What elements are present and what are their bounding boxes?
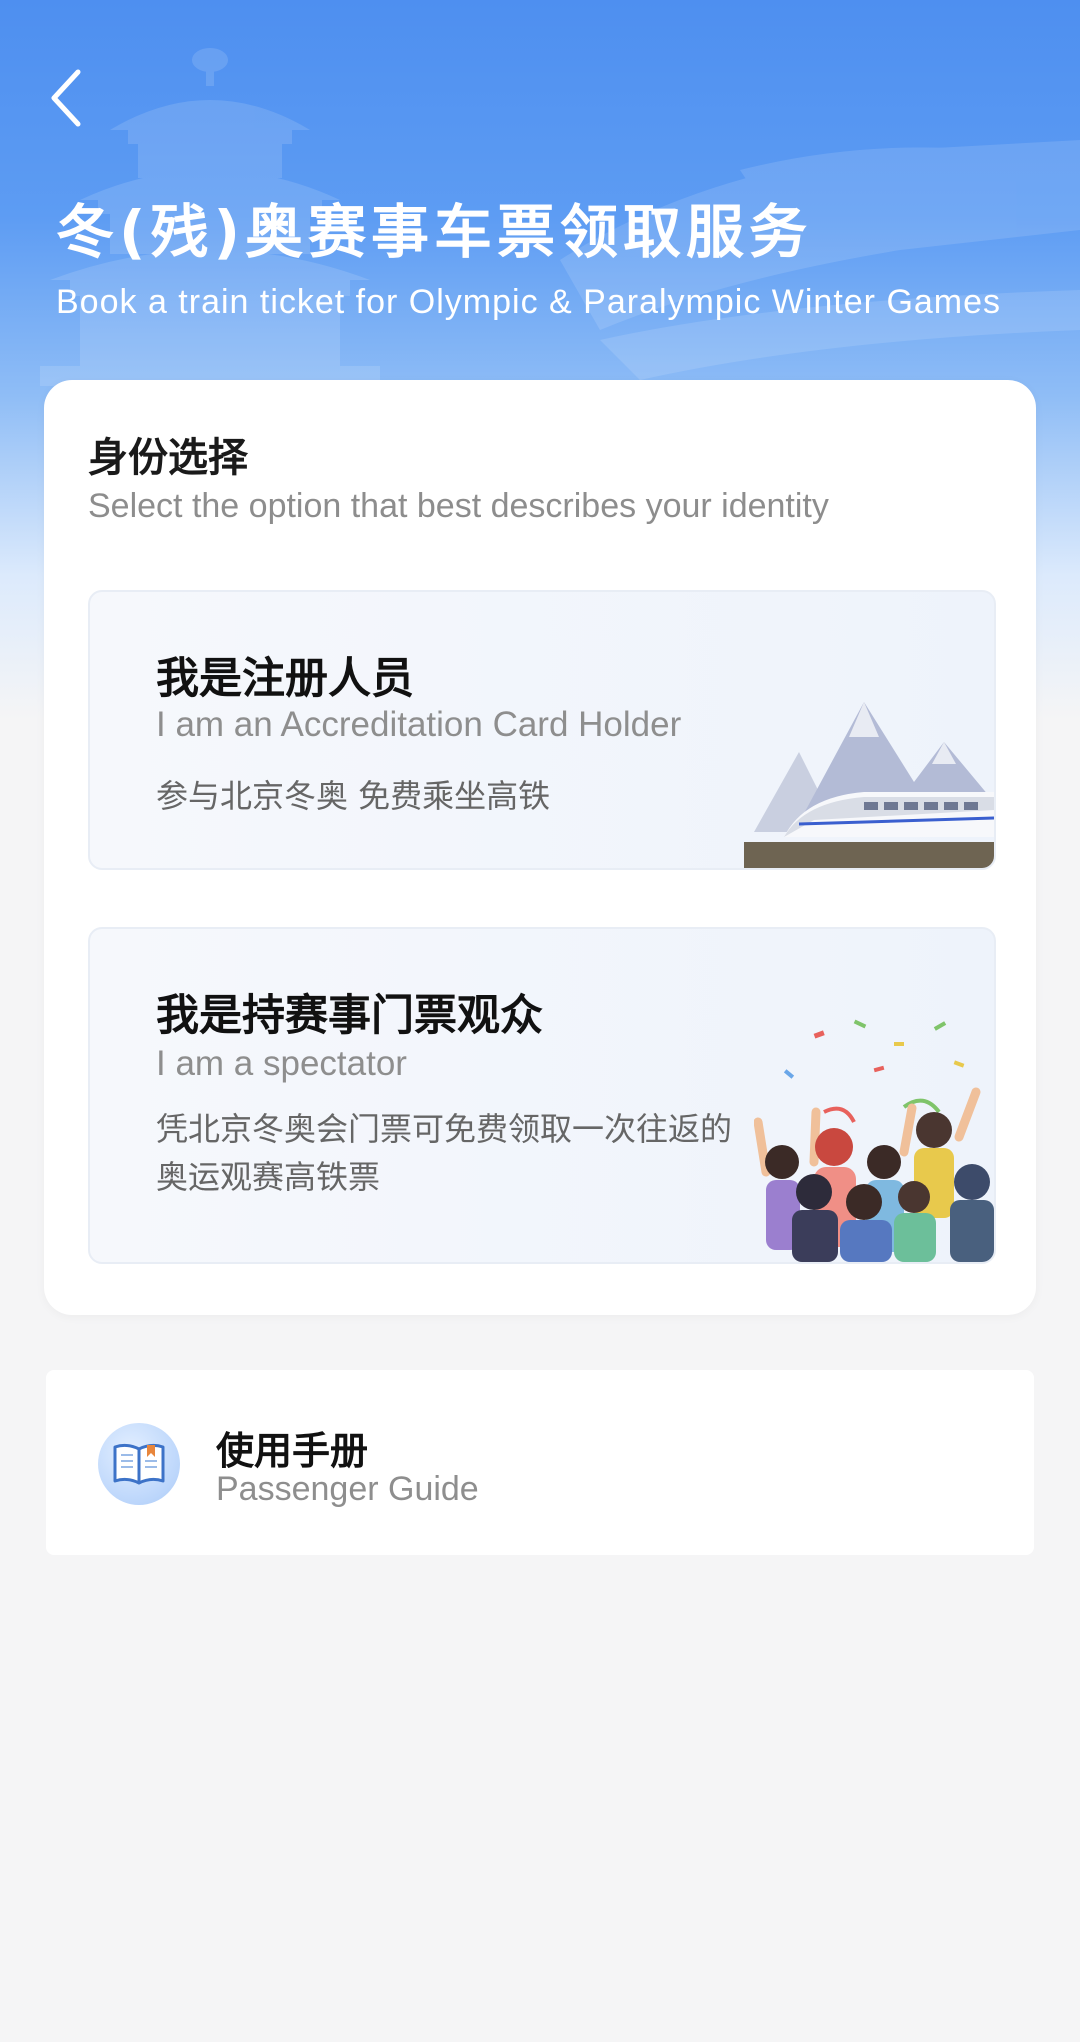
option-english-label: I am an Accreditation Card Holder bbox=[156, 705, 682, 744]
spectator-option[interactable]: 我是持赛事门票观众 I am a spectator 凭北京冬奥会门票可免费领取… bbox=[88, 927, 996, 1264]
page-title: 冬(残)奥赛事车票领取服务 bbox=[56, 198, 813, 266]
passenger-guide-card[interactable]: 使用手册 Passenger Guide bbox=[46, 1370, 1034, 1555]
option-title: 我是持赛事门票观众 bbox=[156, 991, 543, 1041]
guide-title: 使用手册 bbox=[216, 1429, 369, 1473]
identity-selection-card: 身份选择 Select the option that best describ… bbox=[44, 380, 1036, 1315]
identity-section-subtitle: Select the option that best describes yo… bbox=[88, 487, 829, 525]
page-subtitle: Book a train ticket for Olympic & Paraly… bbox=[56, 283, 1002, 321]
option-english-label: I am a spectator bbox=[156, 1044, 407, 1083]
book-icon bbox=[113, 1443, 165, 1485]
option-title: 我是注册人员 bbox=[156, 654, 414, 704]
identity-section-title: 身份选择 bbox=[88, 435, 248, 481]
option-description: 参与北京冬奥 免费乘坐高铁 bbox=[156, 777, 551, 815]
cheering-crowd-illustration bbox=[754, 1019, 994, 1262]
option-description: 凭北京冬奥会门票可免费领取一次往返的奥运观赛高铁票 bbox=[156, 1110, 733, 1196]
accreditation-holder-option[interactable]: 我是注册人员 I am an Accreditation Card Holder… bbox=[88, 590, 996, 870]
guide-subtitle: Passenger Guide bbox=[216, 1470, 479, 1508]
chevron-left-icon bbox=[51, 69, 81, 127]
guide-icon-badge bbox=[98, 1423, 180, 1505]
back-button[interactable] bbox=[40, 58, 96, 138]
train-mountains-illustration bbox=[744, 702, 994, 868]
